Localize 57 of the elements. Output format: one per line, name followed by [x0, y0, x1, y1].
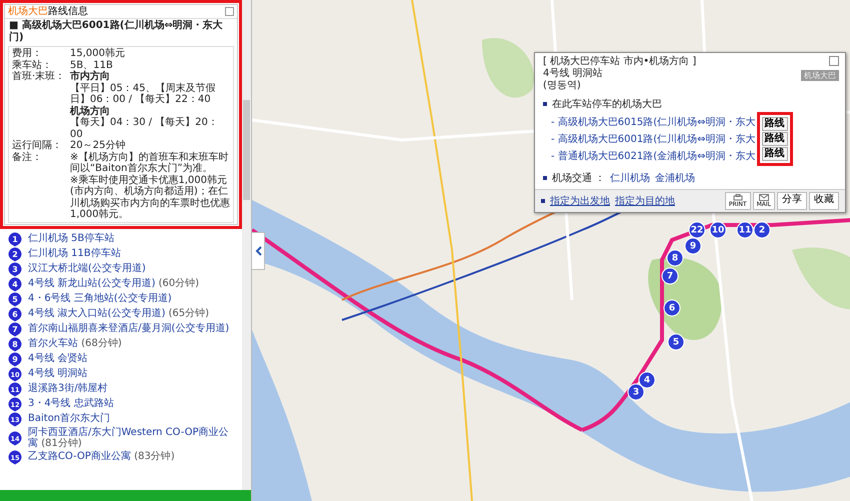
- detail-label: 首班·末班：: [12, 71, 66, 84]
- stop-link[interactable]: 乙支路CO-OP商业公寓 (83分钟): [28, 451, 175, 463]
- detail-note: ※【机场方向】的首班车和末班车时间以“Baiton首尔东大门”为准。: [70, 152, 230, 174]
- stop-link[interactable]: 首尔火车站 (68分钟): [28, 338, 122, 350]
- stop-link[interactable]: 阿卡西亚酒店/东大门Western CO-OP商业公寓 (81分钟): [28, 426, 238, 450]
- envelope-icon: [758, 194, 769, 201]
- detail-note: ※乘车时使用交通卡优惠1,000韩元(市内方向、机场方向都适用)；在仁川机场购买市内方向的车票时也优惠1,000韩元。: [70, 174, 230, 220]
- detail-label: 乘车站：: [12, 60, 53, 70]
- scrollbar[interactable]: [242, 0, 251, 490]
- station-name: 4号线 明洞站: [543, 68, 604, 80]
- route-button[interactable]: 路线: [762, 132, 788, 146]
- detail-value: 【平日】05：45、【周末及节假日】06：00 / 【每天】22：40: [70, 82, 216, 105]
- action-button[interactable]: 分享: [777, 192, 807, 210]
- action-button[interactable]: 收藏: [809, 192, 839, 210]
- stop-link[interactable]: 首尔南山福朋喜来登酒店/蔓月洞(公交专用道): [28, 323, 230, 335]
- route-button[interactable]: 路线: [762, 147, 788, 161]
- set-location-link[interactable]: 指定为出发地: [550, 194, 610, 208]
- stop-link[interactable]: 退溪路3街/韩屋村: [28, 383, 108, 395]
- bullet-icon: [543, 176, 547, 180]
- route-name: ■ 高级机场大巴6001路(仁川机场⇔明洞・东大门): [8, 19, 224, 45]
- station-local-name: (명동역): [543, 80, 582, 92]
- chevron-left-icon: [254, 246, 262, 256]
- stop-link[interactable]: Baiton首尔东大门: [28, 413, 110, 425]
- stop-link[interactable]: 仁川机场 11B停车站: [28, 248, 121, 260]
- category-badge: 机场大巴: [801, 70, 839, 81]
- detail-value: 15,000韩元: [70, 48, 126, 60]
- detail-value: 5B、11B: [70, 60, 114, 70]
- airport-link[interactable]: 金浦机场: [655, 171, 696, 185]
- stop-link[interactable]: 4・6号线 三角地站(公交专用道): [28, 293, 172, 305]
- bullet-icon: [543, 102, 547, 106]
- section-title: 在此车站停车的机场大巴: [552, 98, 662, 111]
- panel-title: 机场大巴路线信息: [8, 5, 88, 18]
- route-link[interactable]: - 高级机场大巴6001路(仁川机场⇔明洞・东大: [551, 132, 756, 146]
- stop-link[interactable]: 4号线 新龙山站(公交专用道) (60分钟): [28, 278, 200, 290]
- stop-link[interactable]: 汉江大桥北端(公交专用道): [28, 263, 146, 275]
- detail-label: 运行间隔：: [12, 140, 63, 152]
- airport-link[interactable]: 仁川机场: [610, 171, 650, 185]
- stop-link[interactable]: 仁川机场 5B停车站: [28, 233, 114, 245]
- stop-link[interactable]: 4号线 明洞站: [28, 368, 88, 380]
- detail-heading: 机场方向: [70, 106, 111, 116]
- route-link[interactable]: - 普通机场大巴6021路(金浦机场⇔明洞・东大: [551, 149, 756, 163]
- set-location-link[interactable]: 指定为目的地: [615, 194, 675, 208]
- detail-value: 20～25分钟: [70, 140, 126, 152]
- stop-link[interactable]: 4号线 淑大入口站(公交专用道) (65分钟): [28, 308, 210, 320]
- detail-heading: 市内方向: [70, 71, 111, 82]
- detail-label: 费用：: [12, 48, 43, 60]
- detail-value: 【每天】04：30 / 【每天】20：00: [70, 117, 219, 140]
- detail-label: 备注：: [12, 152, 43, 164]
- stop-link[interactable]: 3・4号线 忠武路站: [28, 398, 114, 410]
- transport-label: 机场交通 ：: [552, 172, 606, 185]
- collapse-button[interactable]: [252, 232, 265, 270]
- route-button[interactable]: 路线: [762, 117, 788, 131]
- route-link[interactable]: - 高级机场大巴6015路(仁川机场⇔明洞・东大: [551, 115, 756, 129]
- popup-header: [ 机场大巴停车站 市内•机场方向 ]: [543, 56, 696, 68]
- bullet-icon: [541, 199, 545, 203]
- printer-icon: [732, 194, 743, 201]
- stop-link[interactable]: 4号线 会贤站: [28, 353, 88, 365]
